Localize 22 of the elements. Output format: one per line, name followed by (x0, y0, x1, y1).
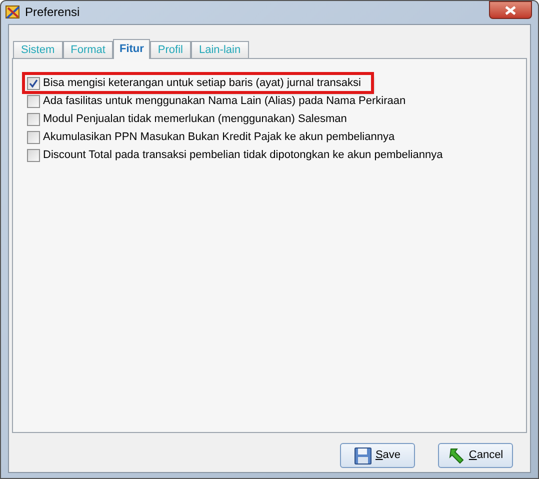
checkbox[interactable] (27, 148, 40, 162)
option-label: Bisa mengisi keterangan untuk setiap baris (ayat) jurnal transaksi (43, 76, 361, 91)
window-title: Preferensi (25, 4, 80, 21)
tab[interactable]: Format (62, 41, 114, 58)
checkbox[interactable] (27, 112, 40, 126)
checkbox[interactable] (27, 94, 40, 108)
tab[interactable]: Profil (150, 41, 191, 58)
tab[interactable]: Sistem (13, 41, 63, 58)
close-button[interactable] (489, 1, 532, 19)
option-label: Discount Total pada transaksi pembelian tidak dipotongkan ke akun pembeliannya (43, 148, 443, 163)
arrow-icon (448, 446, 466, 464)
tab[interactable]: Fitur (113, 39, 150, 59)
tab[interactable]: Lain-lain (190, 41, 249, 58)
option-label: Ada fasilitas untuk menggunakan Nama Lain (Alias) pada Nama Perkiraan (43, 94, 406, 109)
cancel-button[interactable]: Cancel (438, 443, 513, 468)
close-icon (505, 6, 516, 14)
app-icon (5, 4, 21, 20)
checkbox[interactable] (27, 130, 40, 144)
option-label: Modul Penjualan tidak memerlukan (menggunakan) Salesman (43, 112, 347, 127)
checkbox[interactable] (27, 76, 40, 90)
option-label: Akumulasikan PPN Masukan Bukan Kredit Pajak ke akun pembeliannya (43, 130, 395, 145)
save-button[interactable]: Save (340, 443, 415, 468)
